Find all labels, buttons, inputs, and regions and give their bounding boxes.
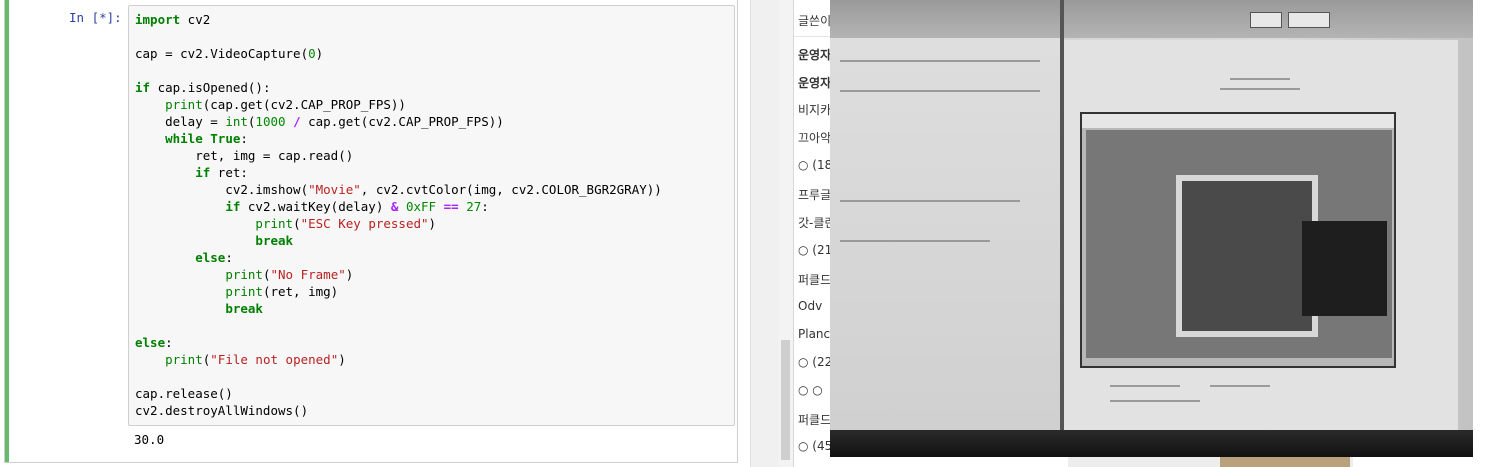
cell-prompt: In [*]: [69, 10, 122, 25]
blog-item[interactable]: 운영자 [798, 74, 831, 91]
page-scrollbar[interactable] [778, 0, 793, 467]
photo-nested-window-4 [1302, 221, 1387, 316]
code-cell[interactable]: In [*]: import cv2 cap = cv2.VideoCaptur… [4, 0, 738, 463]
blog-item[interactable]: 글쓴이 [798, 12, 831, 29]
code-text[interactable]: import cv2 cap = cv2.VideoCapture(0) if … [135, 11, 662, 419]
running-cell-indicator [5, 0, 9, 462]
webcam-movie-window[interactable] [830, 0, 1473, 457]
photo-nested-titlebar [1082, 114, 1394, 128]
blog-item[interactable]: ○ (22 [798, 355, 832, 369]
blog-item[interactable]: 프루글 [798, 186, 831, 203]
blog-item[interactable]: ○ ○ [798, 383, 823, 397]
photo-top-strip [830, 0, 1473, 38]
code-editor[interactable]: import cv2 cap = cv2.VideoCapture(0) if … [128, 5, 735, 426]
blog-item[interactable]: Odv [798, 299, 822, 313]
scroll-thumb[interactable] [781, 340, 790, 460]
photo-button [1250, 12, 1282, 28]
notebook-panel: In [*]: import cv2 cap = cv2.VideoCaptur… [0, 0, 750, 467]
blog-thumbnail [1220, 457, 1350, 467]
photo-button [1288, 12, 1330, 28]
window-divider [750, 0, 779, 467]
cell-output: 30.0 [134, 432, 165, 447]
photo-taskbar [830, 430, 1473, 457]
photo-nested-window-2 [1086, 130, 1392, 358]
blog-item[interactable]: 운영자 [798, 46, 831, 63]
blog-item[interactable]: ○ (45 [798, 439, 832, 453]
photo-nested-window-3 [1176, 175, 1387, 337]
blog-item[interactable]: Planci [798, 327, 833, 341]
photo-left-panel [830, 38, 1062, 457]
blog-item[interactable]: 끄아악 [798, 129, 831, 146]
blog-list-panel: 글쓴이 운영자 운영자 비지카약 끄아악 ○ (182 프루글 갓-클린 ○ (… [793, 0, 842, 467]
